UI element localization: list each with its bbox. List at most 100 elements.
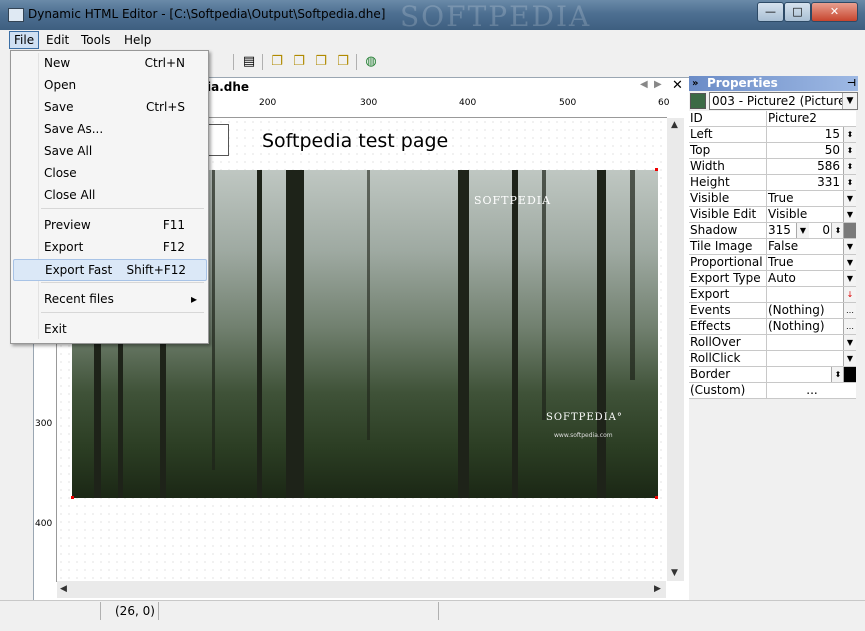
send-to-back-icon[interactable]: ❐ [290,53,308,71]
collapse-icon[interactable]: » [692,76,698,91]
close-button[interactable]: ✕ [811,2,858,22]
ruler-label: 300 [360,98,378,108]
property-row-top[interactable]: Top 50 ⬍ [689,143,856,159]
menu-item-label: Open [44,78,77,92]
file-menu-item-export[interactable]: Export F12 [13,237,205,257]
ellipsis-icon[interactable]: … [843,319,856,334]
pin-icon[interactable]: ⊣ [847,76,856,91]
property-value-secondary[interactable]: 0 [822,223,830,238]
border-color-swatch[interactable] [843,367,856,382]
property-row-custom[interactable]: (Custom)... [689,383,856,399]
property-row-tile-image[interactable]: Tile Image False ▼ [689,239,856,255]
file-menu-item-save-all[interactable]: Save All [13,141,205,161]
menu-edit[interactable]: Edit [42,32,73,48]
menu-help[interactable]: Help [120,32,155,48]
scroll-up-icon[interactable]: ▲ [671,120,678,130]
property-value[interactable]: (Nothing) [768,319,844,334]
document-close-icon[interactable]: ✕ [672,78,683,93]
property-row-height[interactable]: Height 331 ⬍ [689,175,856,191]
chevron-down-icon[interactable]: ▼ [842,93,857,109]
property-row-visible[interactable]: Visible True ▼ [689,191,856,207]
spin-arrows-icon[interactable]: ⬍ [843,143,856,158]
property-row-rollclick[interactable]: RollClick ▼ [689,351,856,367]
property-key: Border [690,367,767,382]
resize-handle[interactable] [71,496,74,499]
property-value[interactable]: Auto [768,271,844,286]
send-backward-icon[interactable]: ❐ [334,53,352,71]
object-selector[interactable]: 003 - Picture2 (Picture ▼ [709,92,858,110]
shadow-color-swatch[interactable] [843,223,856,238]
spin-arrows-icon[interactable]: ⬍ [843,175,856,190]
file-menu-item-save-as[interactable]: Save As... [13,119,205,139]
spin-arrows-icon[interactable]: ⬍ [843,159,856,174]
property-row-export-name[interactable]: Export Name ↓ [689,287,856,316]
property-row-effects[interactable]: Effects (Nothing)… [689,319,856,335]
chevron-down-icon[interactable]: ▼ [796,223,809,238]
resize-handle[interactable] [655,168,658,171]
property-row-left[interactable]: Left 15 ⬍ [689,127,856,143]
property-row-proportional[interactable]: Proportional True ▼ [689,255,856,271]
chevron-down-icon[interactable]: ▼ [843,335,856,350]
chevron-down-icon[interactable]: ▼ [843,351,856,366]
page-title-text[interactable]: Softpedia test page [262,130,448,152]
property-row-events[interactable]: Events (Nothing)… [689,303,856,319]
menu-tools[interactable]: Tools [77,32,115,48]
file-menu-item-export-fast[interactable]: Export Fast Shift+F12 [13,259,207,281]
property-row-export-type[interactable]: Export Type Auto ▼ [689,271,856,287]
menu-file[interactable]: File [9,31,40,49]
property-value[interactable]: Picture2 [768,111,844,126]
property-row-visible-edit[interactable]: Visible Edit Visible ▼ [689,207,856,223]
minimize-button[interactable]: — [757,2,784,22]
page-properties-icon[interactable]: ▤ [240,53,258,71]
file-menu-item-exit[interactable]: Exit [13,319,205,339]
resize-handle[interactable] [655,496,658,499]
bring-to-front-icon[interactable]: ❐ [268,53,286,71]
chevron-down-icon[interactable]: ▼ [843,191,856,206]
file-menu-item-save[interactable]: Save Ctrl+S [13,97,205,117]
scroll-down-icon[interactable]: ▼ [671,568,678,578]
vertical-scrollbar[interactable]: ▲ ▼ [667,118,684,581]
file-menu-item-close-all[interactable]: Close All [13,185,205,205]
menu-item-label: Export [44,240,84,254]
file-menu-item-open[interactable]: Open [13,75,205,95]
property-value[interactable]: 315 [768,223,794,238]
file-menu-item-recent-files[interactable]: Recent files ▸ [13,289,205,309]
property-value[interactable]: 586 [817,159,840,174]
file-menu-dropdown: New Ctrl+N Open Save Ctrl+S Save As... Save Al… [10,50,209,344]
scroll-left-icon[interactable]: ◀ [60,584,67,594]
property-value[interactable]: 15 [825,127,840,142]
file-menu-item-close[interactable]: Close [13,163,205,183]
property-row-rollover[interactable]: RollOver ▼ [689,335,856,351]
maximize-button[interactable]: □ [784,2,811,22]
red-arrow-icon[interactable]: ↓ [843,287,856,302]
property-row-border[interactable]: Border0⬍ [689,367,856,383]
property-value[interactable]: 50 [825,143,840,158]
bring-forward-icon[interactable]: ❐ [312,53,330,71]
chevron-down-icon[interactable]: ▼ [843,271,856,286]
file-menu-item-new[interactable]: New Ctrl+N [13,53,205,73]
globe-icon[interactable]: ◍ [362,53,380,71]
spin-arrows-icon[interactable]: ⬍ [843,127,856,142]
horizontal-scrollbar[interactable]: ◀ ▶ [57,581,666,598]
property-row-shadow[interactable]: Shadow 315 ▼ 0 ⬍ [689,223,856,239]
document-tab[interactable]: ia.dhe [203,79,254,96]
file-menu-item-preview[interactable]: Preview F11 [13,215,205,235]
menu-item-label: New [44,56,71,70]
chevron-down-icon[interactable]: ▼ [843,255,856,270]
property-value[interactable]: True [768,191,844,206]
chevron-down-icon[interactable]: ▼ [843,239,856,254]
property-key: RollClick [690,351,767,366]
chevron-down-icon[interactable]: ▼ [843,207,856,222]
property-value[interactable]: True [768,255,844,270]
property-value[interactable]: Visible [768,207,844,222]
app-icon [8,8,24,22]
property-value[interactable]: (Nothing) [768,303,844,318]
property-row-id[interactable]: ID Picture2 [689,111,856,127]
property-value[interactable]: ... [768,383,856,398]
ellipsis-icon[interactable]: … [843,303,856,318]
scroll-right-icon[interactable]: ▶ [654,584,661,594]
property-value[interactable]: False [768,239,844,254]
property-value[interactable]: 331 [817,175,840,190]
tab-nav-arrows[interactable]: ◀ ▶ [640,79,662,90]
property-row-width[interactable]: Width 586 ⬍ [689,159,856,175]
